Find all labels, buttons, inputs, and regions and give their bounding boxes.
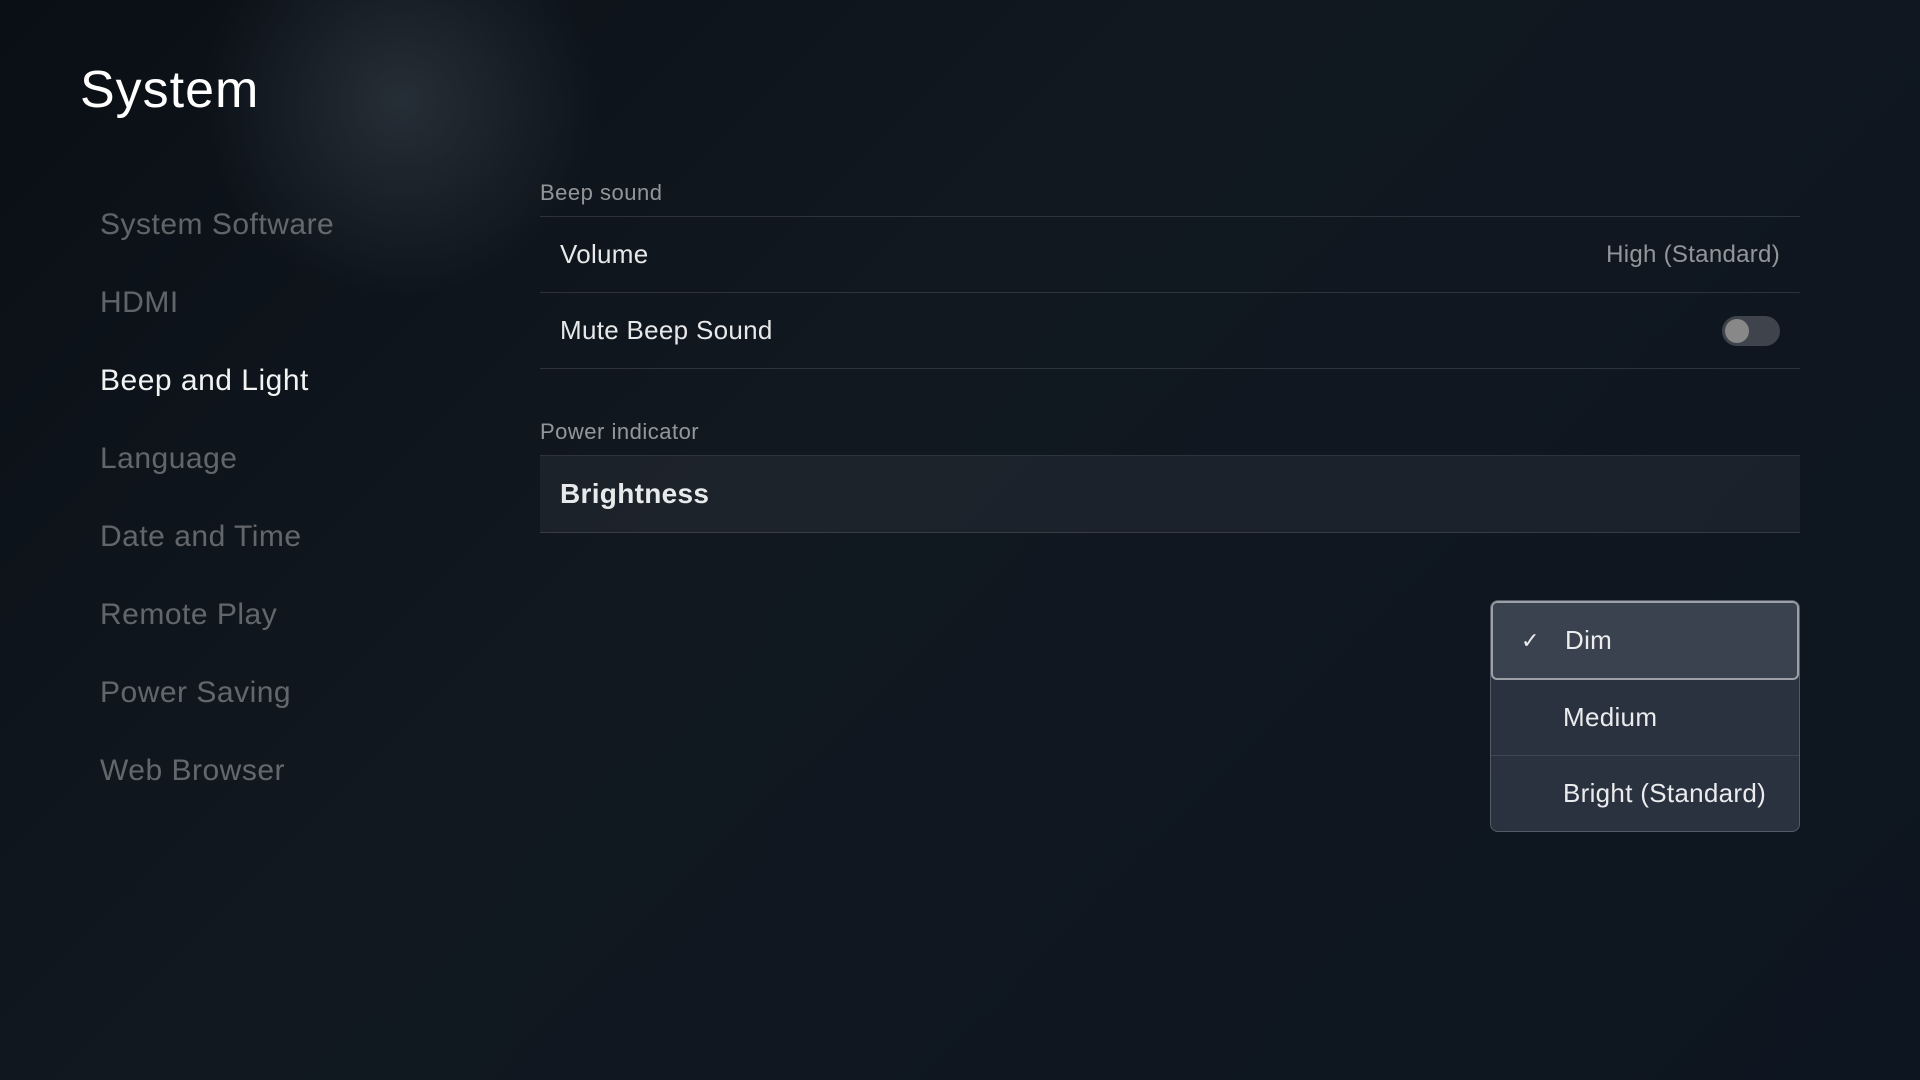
brightness-name: Brightness [560,478,709,510]
brightness-row[interactable]: Brightness [540,456,1800,533]
mute-beep-sound-row[interactable]: Mute Beep Sound [540,293,1800,369]
power-indicator-section: Power indicator Brightness [540,419,1800,533]
page-container: System System Software HDMI Beep and Lig… [0,0,1920,1080]
content-area: Beep sound Volume High (Standard) Mute B… [500,180,1840,1020]
volume-row[interactable]: Volume High (Standard) [540,217,1800,293]
sidebar-item-date-and-time[interactable]: Date and Time [80,502,500,572]
volume-name: Volume [560,239,649,270]
sidebar-item-web-browser[interactable]: Web Browser [80,736,500,806]
toggle-knob [1725,319,1749,343]
sidebar-item-remote-play[interactable]: Remote Play [80,580,500,650]
dropdown-label-dim: Dim [1565,625,1612,656]
brightness-dropdown: ✓ Dim Medium Bright (Standard) [1490,600,1800,832]
sidebar-item-hdmi[interactable]: HDMI [80,268,500,338]
mute-beep-sound-name: Mute Beep Sound [560,315,773,346]
dropdown-item-medium[interactable]: Medium [1491,680,1799,756]
beep-sound-settings-list: Volume High (Standard) Mute Beep Sound [540,216,1800,369]
beep-sound-label: Beep sound [540,180,1800,206]
dropdown-item-dim[interactable]: ✓ Dim [1491,601,1799,680]
dropdown-item-bright-standard[interactable]: Bright (Standard) [1491,756,1799,831]
dropdown-label-bright-standard: Bright (Standard) [1563,778,1766,809]
sidebar-item-system-software[interactable]: System Software [80,190,500,260]
power-indicator-label: Power indicator [540,419,1800,445]
check-icon-dim: ✓ [1521,628,1549,654]
volume-value: High (Standard) [1606,241,1780,269]
sidebar-item-power-saving[interactable]: Power Saving [80,658,500,728]
sidebar: System Software HDMI Beep and Light Lang… [80,180,500,1020]
main-layout: System Software HDMI Beep and Light Lang… [80,180,1840,1020]
mute-beep-toggle[interactable] [1722,316,1780,346]
power-indicator-settings-list: Brightness [540,455,1800,533]
dropdown-label-medium: Medium [1563,702,1657,733]
sidebar-item-language[interactable]: Language [80,424,500,494]
page-title: System [80,60,1840,120]
sidebar-item-beep-and-light[interactable]: Beep and Light [80,346,500,416]
beep-sound-section: Beep sound Volume High (Standard) Mute B… [540,180,1800,369]
